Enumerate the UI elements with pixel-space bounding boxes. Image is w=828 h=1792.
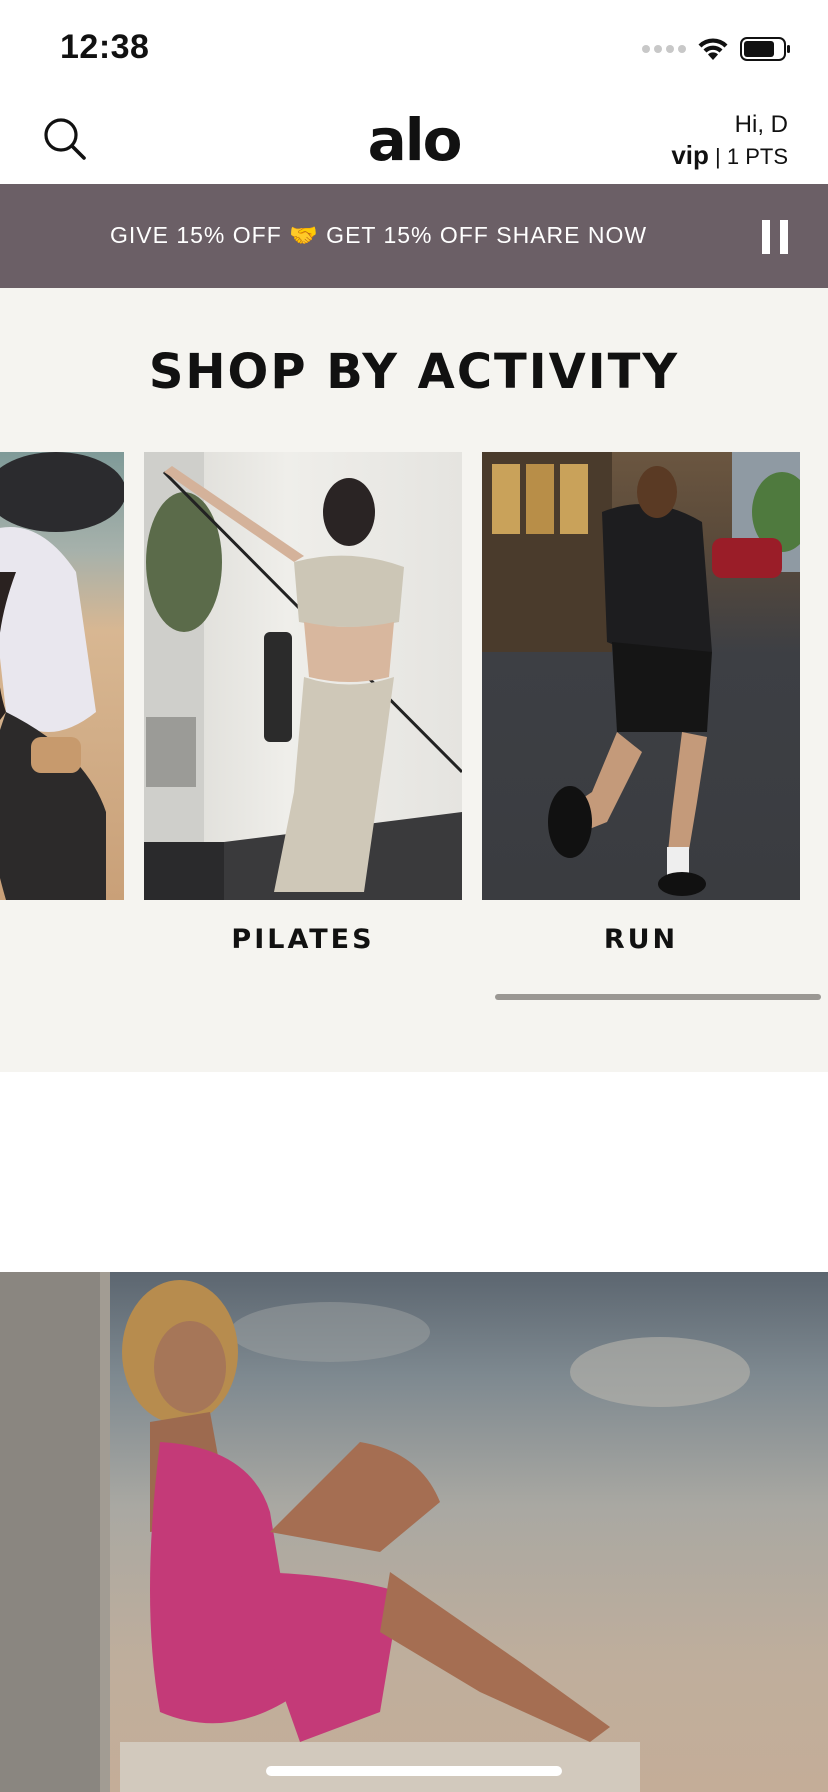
status-time: 12:38 [60,28,150,66]
points-text: | 1 PTS [715,144,788,169]
activity-image [482,452,800,900]
app-header: alo Hi, D vip | 1 PTS [0,96,828,184]
vip-points: vip | 1 PTS [671,140,788,172]
pause-icon[interactable] [762,220,788,254]
activity-label: RUN [603,924,679,955]
activity-image [0,452,124,900]
section-title: SHOP BY ACTIVITY [148,344,680,400]
hero-image[interactable] [0,1272,828,1792]
battery-icon [740,36,792,62]
activity-label: PILATES [231,924,375,955]
promo-text: GIVE 15% OFF 🤝 GET 15% OFF SHARE NOW [110,222,648,248]
account-summary[interactable]: Hi, D vip | 1 PTS [671,110,788,172]
home-indicator[interactable] [266,1766,562,1776]
status-bar: 12:38 [0,0,828,96]
vip-label: vip [671,140,709,170]
wifi-icon [696,36,730,62]
activity-label: N [0,924,124,955]
promo-banner[interactable]: GIVE 15% OFF 🤝 GET 15% OFF SHARE NOW [0,184,828,288]
shop-by-activity-section: SHOP BY ACTIVITY N [0,288,828,1072]
activity-card-partial[interactable]: N [0,452,124,955]
activity-card-run[interactable]: RUN [482,452,800,955]
carousel-scroll-indicator[interactable] [495,994,821,1000]
greeting-text: Hi, D [734,111,788,138]
status-icons [642,36,792,62]
cellular-signal-icon [642,45,686,53]
activity-card-pilates[interactable]: PILATES [144,452,462,955]
activity-image [144,452,462,900]
